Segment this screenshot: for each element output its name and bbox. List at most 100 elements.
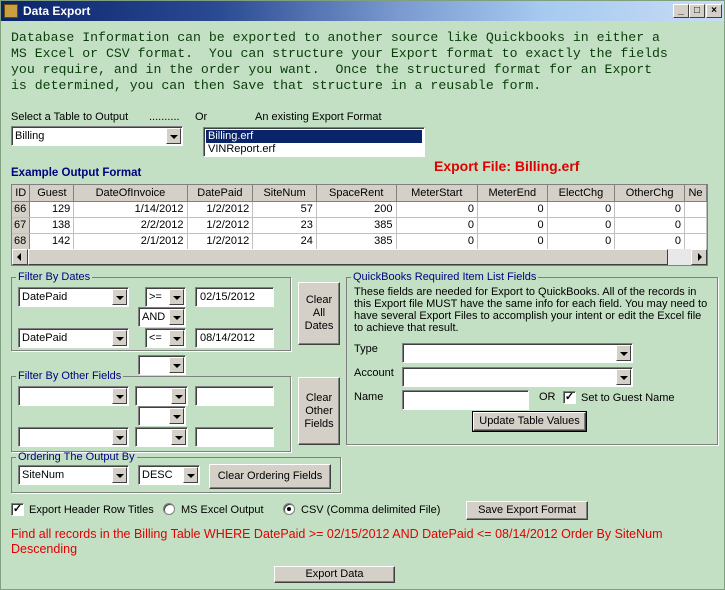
chevron-down-icon[interactable] [171, 429, 186, 445]
maximize-button[interactable]: □ [689, 4, 705, 18]
other-operator-1-select[interactable] [135, 386, 188, 406]
list-item[interactable]: Billing.erf [206, 130, 422, 143]
close-button[interactable]: × [706, 4, 722, 18]
other-value-1-input[interactable] [195, 386, 274, 406]
table-row[interactable]: 67 138 2/2/2012 1/2/2012 23 385 0 0 0 0 [12, 217, 707, 234]
table-cell: 68 [12, 233, 31, 250]
other-field-1-select[interactable] [18, 386, 129, 406]
horizontal-scrollbar[interactable] [12, 249, 707, 265]
clear-ordering-button[interactable]: Clear Ordering Fields [209, 464, 331, 489]
column-header[interactable]: Ne [684, 185, 707, 202]
table-cell: 0 [614, 217, 685, 234]
title-bar[interactable]: Data Export _ □ × [1, 1, 724, 21]
table-row[interactable]: 68 142 2/1/2012 1/2/2012 24 385 0 0 0 0 [12, 233, 707, 250]
clear-other-fields-button[interactable]: Clear Other Fields [298, 377, 340, 445]
quickbooks-description: These fields are needed for Export to Qu… [354, 286, 708, 334]
order-field-select[interactable]: SiteNum [18, 465, 129, 485]
column-header[interactable]: DateOfInvoice [73, 185, 188, 202]
chevron-down-icon[interactable] [112, 429, 127, 445]
name-label: Name [354, 391, 384, 403]
table-select-value: Billing [15, 130, 45, 142]
query-description: Find all records in the Billing Table WH… [11, 527, 663, 556]
order-direction-value: DESC [142, 469, 173, 481]
intro-text: Database Information can be exported to … [11, 30, 668, 93]
ms-excel-label: MS Excel Output [181, 504, 264, 516]
other-operator-2-select[interactable] [135, 427, 188, 447]
date-value-1-input[interactable]: 02/15/2012 [195, 287, 274, 307]
account-select[interactable] [402, 367, 633, 387]
other-field-conjunction-select[interactable] [138, 406, 186, 426]
chevron-down-icon[interactable] [112, 467, 127, 483]
chevron-down-icon[interactable] [616, 345, 631, 361]
chevron-down-icon[interactable] [112, 289, 127, 305]
other-field-2-select[interactable] [18, 427, 129, 447]
table-select[interactable]: Billing [11, 126, 183, 146]
clear-dates-button[interactable]: Clear All Dates [298, 282, 340, 345]
column-header[interactable]: SiteNum [252, 185, 317, 202]
minimize-button[interactable]: _ [673, 4, 689, 18]
column-header[interactable]: MeterStart [396, 185, 478, 202]
or-name-label: OR [539, 391, 556, 403]
table-cell [684, 217, 707, 234]
column-header[interactable]: SpaceRent [316, 185, 397, 202]
table-cell [684, 201, 707, 218]
table-cell: 1/2/2012 [187, 201, 254, 218]
select-table-dots: .......... [149, 111, 180, 123]
table-cell: 385 [316, 217, 397, 234]
table-cell: 142 [29, 233, 75, 250]
scroll-thumb[interactable] [28, 249, 668, 265]
other-value-2-input[interactable] [195, 427, 274, 447]
column-header[interactable]: MeterEnd [477, 185, 548, 202]
scroll-left-icon[interactable] [12, 249, 28, 265]
update-table-values-button[interactable]: Update Table Values [472, 411, 587, 432]
chevron-down-icon[interactable] [166, 128, 181, 144]
date-field-1-value: DatePaid [22, 291, 68, 303]
chevron-down-icon[interactable] [169, 408, 184, 424]
date-field-2-select[interactable]: DatePaid [18, 328, 129, 348]
table-cell: 385 [316, 233, 397, 250]
table-row[interactable]: 66 129 1/14/2012 1/2/2012 57 200 0 0 0 0 [12, 201, 707, 218]
date-conjunction-select[interactable]: AND [138, 307, 186, 327]
type-label: Type [354, 343, 378, 355]
chevron-down-icon[interactable] [169, 330, 184, 346]
date-value-2-input[interactable]: 08/14/2012 [195, 328, 274, 348]
date-operator-1-select[interactable]: >= [145, 287, 186, 307]
export-data-button[interactable]: Export Data [274, 566, 395, 583]
csv-radio[interactable] [283, 503, 295, 515]
table-cell: 0 [396, 233, 478, 250]
table-cell: 2/2/2012 [73, 217, 188, 234]
column-header[interactable]: OtherChg [614, 185, 685, 202]
table-cell: 0 [547, 233, 616, 250]
scroll-right-icon[interactable] [691, 249, 707, 265]
chevron-down-icon[interactable] [169, 289, 184, 305]
table-cell: 0 [614, 201, 685, 218]
chevron-down-icon[interactable] [171, 388, 186, 404]
chevron-down-icon[interactable] [169, 309, 184, 325]
name-input[interactable] [402, 390, 529, 410]
export-header-row-checkbox[interactable]: ✓ [11, 503, 24, 516]
set-guest-name-checkbox[interactable]: ✓ [563, 391, 576, 404]
date-field-1-select[interactable]: DatePaid [18, 287, 129, 307]
ms-excel-radio[interactable] [163, 503, 175, 515]
example-output-label: Example Output Format [11, 167, 142, 179]
column-header[interactable]: ID [12, 185, 31, 202]
table-cell: 0 [547, 201, 616, 218]
chevron-down-icon[interactable] [112, 388, 127, 404]
example-output-grid[interactable]: ID Guest DateOfInvoice DatePaid SiteNum … [11, 184, 708, 266]
export-format-list[interactable]: Billing.erf VINReport.erf [203, 127, 425, 157]
table-cell: 138 [29, 217, 75, 234]
order-direction-select[interactable]: DESC [138, 465, 200, 485]
save-export-format-button[interactable]: Save Export Format [466, 501, 588, 520]
column-header[interactable]: DatePaid [187, 185, 254, 202]
chevron-down-icon[interactable] [112, 330, 127, 346]
table-cell: 66 [12, 201, 31, 218]
type-select[interactable] [402, 343, 633, 363]
column-header[interactable]: Guest [29, 185, 75, 202]
list-item[interactable]: VINReport.erf [206, 143, 422, 156]
column-header[interactable]: ElectChg [547, 185, 616, 202]
chevron-down-icon[interactable] [616, 369, 631, 385]
chevron-down-icon[interactable] [183, 467, 198, 483]
table-cell: 23 [252, 217, 317, 234]
date-operator-2-select[interactable]: <= [145, 328, 186, 348]
table-cell: 0 [477, 217, 548, 234]
